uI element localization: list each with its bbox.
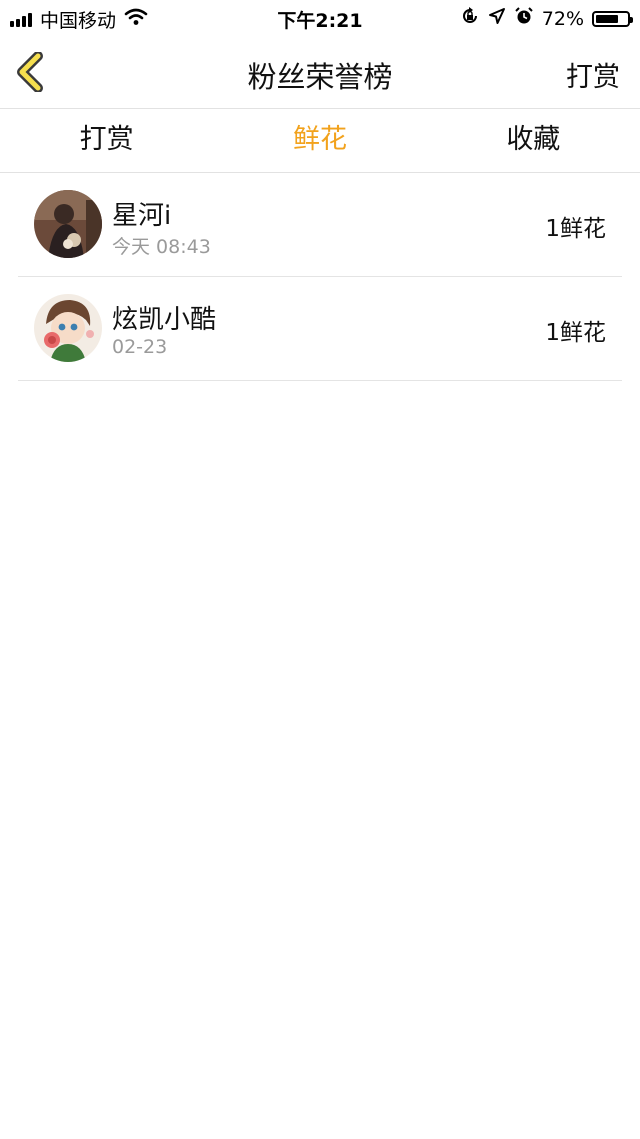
battery-fill bbox=[596, 14, 618, 23]
user-name: 炫凯小酷 bbox=[112, 305, 217, 335]
tab-favorites[interactable]: 收藏 bbox=[427, 109, 640, 172]
fan-list: 星河i 今天 08:43 1鲜花 炫凯小酷 02-23 1鲜花 bbox=[0, 173, 640, 381]
page-title: 粉丝荣誉榜 bbox=[247, 60, 393, 94]
gift-count: 1鲜花 bbox=[545, 216, 606, 242]
tab-flowers[interactable]: 鲜花 bbox=[213, 109, 426, 172]
reward-button[interactable]: 打赏 bbox=[566, 55, 620, 94]
tab-bar: 打赏 鲜花 收藏 bbox=[0, 109, 640, 173]
avatar[interactable] bbox=[34, 294, 102, 362]
user-time: 02-23 bbox=[112, 336, 168, 358]
navigation-bar: 粉丝荣誉榜 打赏 bbox=[0, 36, 640, 109]
status-right: 72% bbox=[460, 6, 633, 31]
tab-reward[interactable]: 打赏 bbox=[0, 109, 213, 172]
avatar[interactable] bbox=[34, 190, 102, 258]
battery-percent: 72% bbox=[541, 7, 584, 30]
user-time: 今天 08:43 bbox=[112, 236, 211, 258]
alarm-icon bbox=[514, 6, 534, 31]
orientation-lock-icon bbox=[460, 6, 480, 31]
list-item[interactable]: 星河i 今天 08:43 1鲜花 bbox=[18, 173, 622, 277]
gift-count: 1鲜花 bbox=[545, 320, 606, 346]
list-item[interactable]: 炫凯小酷 02-23 1鲜花 bbox=[18, 277, 622, 381]
battery-icon bbox=[592, 10, 633, 27]
location-icon bbox=[488, 7, 506, 30]
user-name: 星河i bbox=[112, 201, 172, 231]
status-bar: 中国移动 下午2:21 72% bbox=[0, 0, 640, 36]
